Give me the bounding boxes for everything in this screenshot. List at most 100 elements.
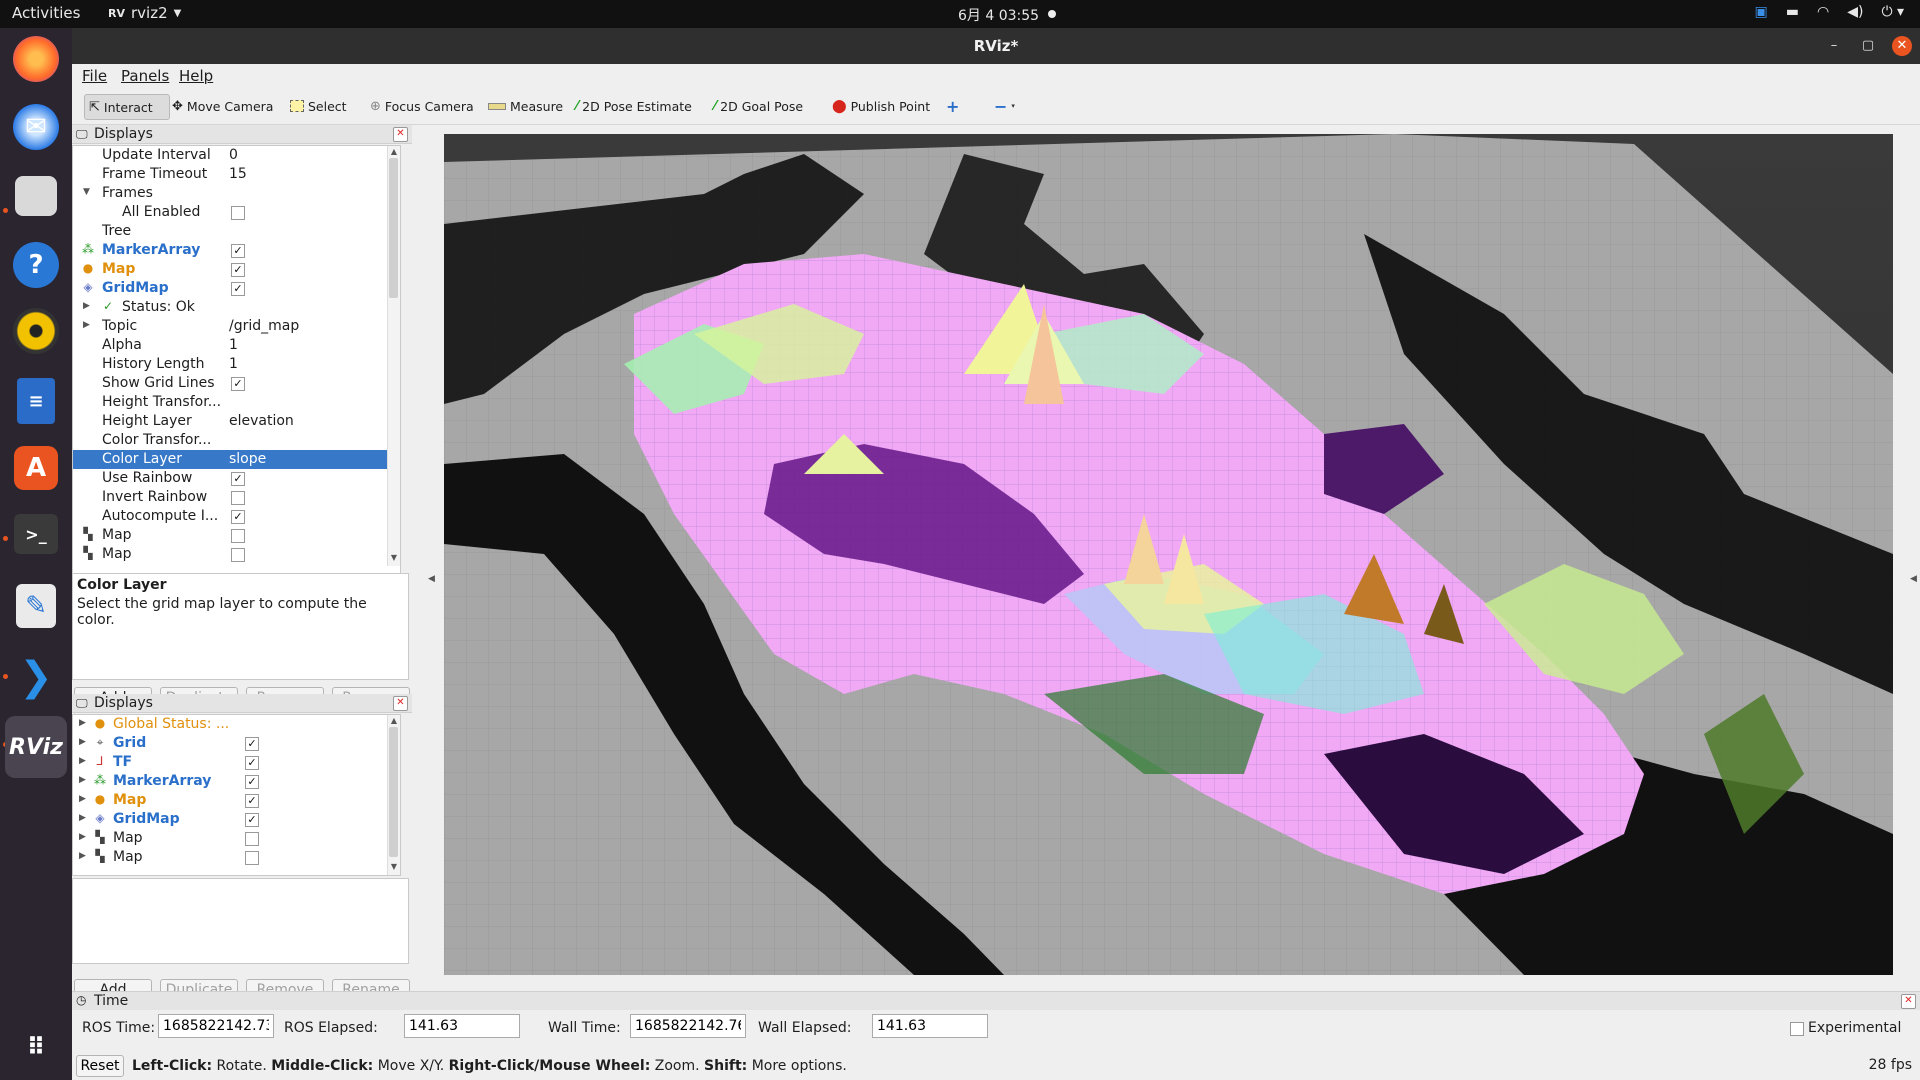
- wifi-icon[interactable]: ◠: [1817, 4, 1829, 20]
- text-editor-icon[interactable]: ✎: [16, 584, 56, 628]
- tree-row-use-rainbow[interactable]: Use Rainbow ✓: [73, 469, 400, 488]
- tree-row-frames[interactable]: ▼ Frames: [73, 184, 400, 203]
- collapse-left-icon[interactable]: ◀: [428, 574, 435, 584]
- keyboard-icon[interactable]: ▬: [1786, 4, 1799, 20]
- close-panel-icon[interactable]: ✕: [393, 127, 408, 142]
- tree-row-height-transformer[interactable]: Height Transfor...: [73, 393, 400, 412]
- goal-pose-button[interactable]: ⁄ 2D Goal Pose: [710, 94, 807, 118]
- expand-right-icon[interactable]: ▶: [79, 756, 89, 766]
- property-value[interactable]: /grid_map: [229, 318, 299, 334]
- menu-help[interactable]: Help: [179, 67, 213, 85]
- vscode-tray-icon[interactable]: ▣: [1755, 4, 1768, 20]
- tree-row-color-transformer[interactable]: Color Transfor...: [73, 431, 400, 450]
- title-bar[interactable]: RViz* – ▢ ✕: [72, 28, 1920, 64]
- tree-row-update-interval[interactable]: Update Interval 0: [73, 146, 400, 165]
- tree-row-map[interactable]: ● Map ✓: [73, 260, 400, 279]
- scroll-up-icon[interactable]: ▲: [388, 147, 400, 156]
- ros-elapsed-field[interactable]: [404, 1014, 520, 1038]
- tree-row-map-5[interactable]: ▶ ▚ Map: [73, 848, 400, 867]
- system-tray[interactable]: ▣ ▬ ◠ ◀) ⏻ ▾: [1755, 4, 1904, 20]
- displays-tree[interactable]: Update Interval 0 Frame Timeout 15 ▼ Fra…: [72, 145, 401, 599]
- focus-camera-button[interactable]: ⊕ Focus Camera: [366, 94, 478, 118]
- tree-row-color-layer[interactable]: Color Layer slope: [73, 450, 400, 469]
- checkbox[interactable]: ✓: [245, 756, 259, 770]
- help-icon[interactable]: ?: [13, 242, 59, 288]
- tree-row-map-2[interactable]: ▚ Map: [73, 526, 400, 545]
- displays-panel-2-header[interactable]: 🖵 Displays ✕: [72, 694, 412, 713]
- pose-estimate-button[interactable]: ⁄ 2D Pose Estimate: [572, 94, 696, 118]
- expand-right-icon[interactable]: ▶: [83, 320, 93, 330]
- activities-button[interactable]: Activities: [12, 4, 80, 22]
- close-panel-icon[interactable]: ✕: [393, 696, 408, 711]
- property-value[interactable]: slope: [229, 451, 266, 467]
- tree-row-global-status[interactable]: ▶ ● Global Status: ...: [73, 715, 400, 734]
- expand-right-icon[interactable]: ▶: [79, 718, 89, 728]
- menu-file[interactable]: File: [82, 67, 107, 85]
- rhythmbox-icon[interactable]: [13, 308, 59, 354]
- add-tool-button[interactable]: +: [942, 94, 963, 118]
- close-icon[interactable]: ✕: [1892, 36, 1912, 56]
- checkbox[interactable]: ✓: [231, 510, 245, 524]
- checkbox[interactable]: ✓: [231, 244, 245, 258]
- right-dock-splitter[interactable]: ◀: [1906, 134, 1920, 975]
- files-icon[interactable]: [15, 176, 57, 216]
- remove-tool-button[interactable]: − ▾: [990, 94, 1019, 118]
- firefox-icon[interactable]: [13, 36, 59, 82]
- tree-row-alpha[interactable]: Alpha 1: [73, 336, 400, 355]
- expand-right-icon[interactable]: ▶: [83, 301, 93, 311]
- libreoffice-writer-icon[interactable]: ≡: [17, 378, 55, 424]
- rviz-dock-icon[interactable]: RViz: [5, 716, 67, 778]
- property-value[interactable]: 1: [229, 356, 238, 372]
- tree-row-map-warn[interactable]: ▶ ● Map ✓: [73, 791, 400, 810]
- tree-row-all-enabled[interactable]: All Enabled: [73, 203, 400, 222]
- wall-time-field[interactable]: [630, 1014, 746, 1038]
- expand-right-icon[interactable]: ▶: [79, 832, 89, 842]
- wall-elapsed-field[interactable]: [872, 1014, 988, 1038]
- tree-row-markerarray-2[interactable]: ▶ ⁂ MarkerArray ✓: [73, 772, 400, 791]
- tree-row-topic[interactable]: ▶ Topic /grid_map: [73, 317, 400, 336]
- menu-panels[interactable]: Panels: [121, 67, 169, 85]
- scroll-up-icon[interactable]: ▲: [388, 716, 400, 725]
- checkbox[interactable]: ✓: [245, 813, 259, 827]
- tree-row-invert-rainbow[interactable]: Invert Rainbow: [73, 488, 400, 507]
- property-value[interactable]: 1: [229, 337, 238, 353]
- tree-row-height-layer[interactable]: Height Layer elevation: [73, 412, 400, 431]
- expand-right-icon[interactable]: ▶: [79, 775, 89, 785]
- expand-right-icon[interactable]: ▶: [79, 737, 89, 747]
- tree-row-frame-timeout[interactable]: Frame Timeout 15: [73, 165, 400, 184]
- checkbox[interactable]: ✓: [245, 737, 259, 751]
- show-apps-icon[interactable]: ⠿: [11, 1022, 61, 1072]
- close-panel-icon[interactable]: ✕: [1901, 994, 1916, 1009]
- tree-row-grid[interactable]: ▶ ⌖ Grid ✓: [73, 734, 400, 753]
- expand-right-icon[interactable]: ▶: [79, 851, 89, 861]
- tree-row-status[interactable]: ▶ ✓ Status: Ok: [73, 298, 400, 317]
- checkbox[interactable]: ✓: [231, 282, 245, 296]
- vscode-icon[interactable]: ❯: [11, 652, 61, 702]
- checkbox[interactable]: [231, 548, 245, 562]
- interact-tool-button[interactable]: ⇱ Interact: [84, 94, 170, 120]
- thunderbird-icon[interactable]: ✉: [13, 104, 59, 150]
- power-icon[interactable]: ⏻ ▾: [1881, 4, 1904, 20]
- expand-down-icon[interactable]: ▼: [83, 187, 93, 197]
- property-value[interactable]: 0: [229, 147, 238, 163]
- left-dock-splitter[interactable]: ◀: [426, 134, 440, 975]
- tree-row-tree[interactable]: Tree: [73, 222, 400, 241]
- expand-right-icon[interactable]: ▶: [79, 794, 89, 804]
- checkbox[interactable]: [231, 491, 245, 505]
- checkbox[interactable]: [245, 851, 259, 865]
- ros-time-field[interactable]: [158, 1014, 274, 1038]
- scrollbar[interactable]: ▲ ▼: [387, 146, 400, 566]
- time-panel-header[interactable]: ◷ Time ✕: [72, 991, 1920, 1010]
- tree-row-gridmap-2[interactable]: ▶ ◈ GridMap ✓: [73, 810, 400, 829]
- scroll-down-icon[interactable]: ▼: [388, 862, 400, 871]
- select-button[interactable]: Select: [286, 94, 351, 118]
- tree-row-show-grid-lines[interactable]: Show Grid Lines ✓: [73, 374, 400, 393]
- publish-point-button[interactable]: ⬤ Publish Point: [828, 94, 934, 118]
- scroll-thumb[interactable]: [389, 727, 398, 857]
- minimize-icon[interactable]: –: [1824, 36, 1844, 56]
- render-3d-view[interactable]: [444, 134, 1893, 975]
- tree-row-gridmap[interactable]: ◈ GridMap ✓: [73, 279, 400, 298]
- volume-icon[interactable]: ◀): [1847, 4, 1863, 20]
- tree-row-history-length[interactable]: History Length 1: [73, 355, 400, 374]
- tree-row-autocompute[interactable]: Autocompute I... ✓: [73, 507, 400, 526]
